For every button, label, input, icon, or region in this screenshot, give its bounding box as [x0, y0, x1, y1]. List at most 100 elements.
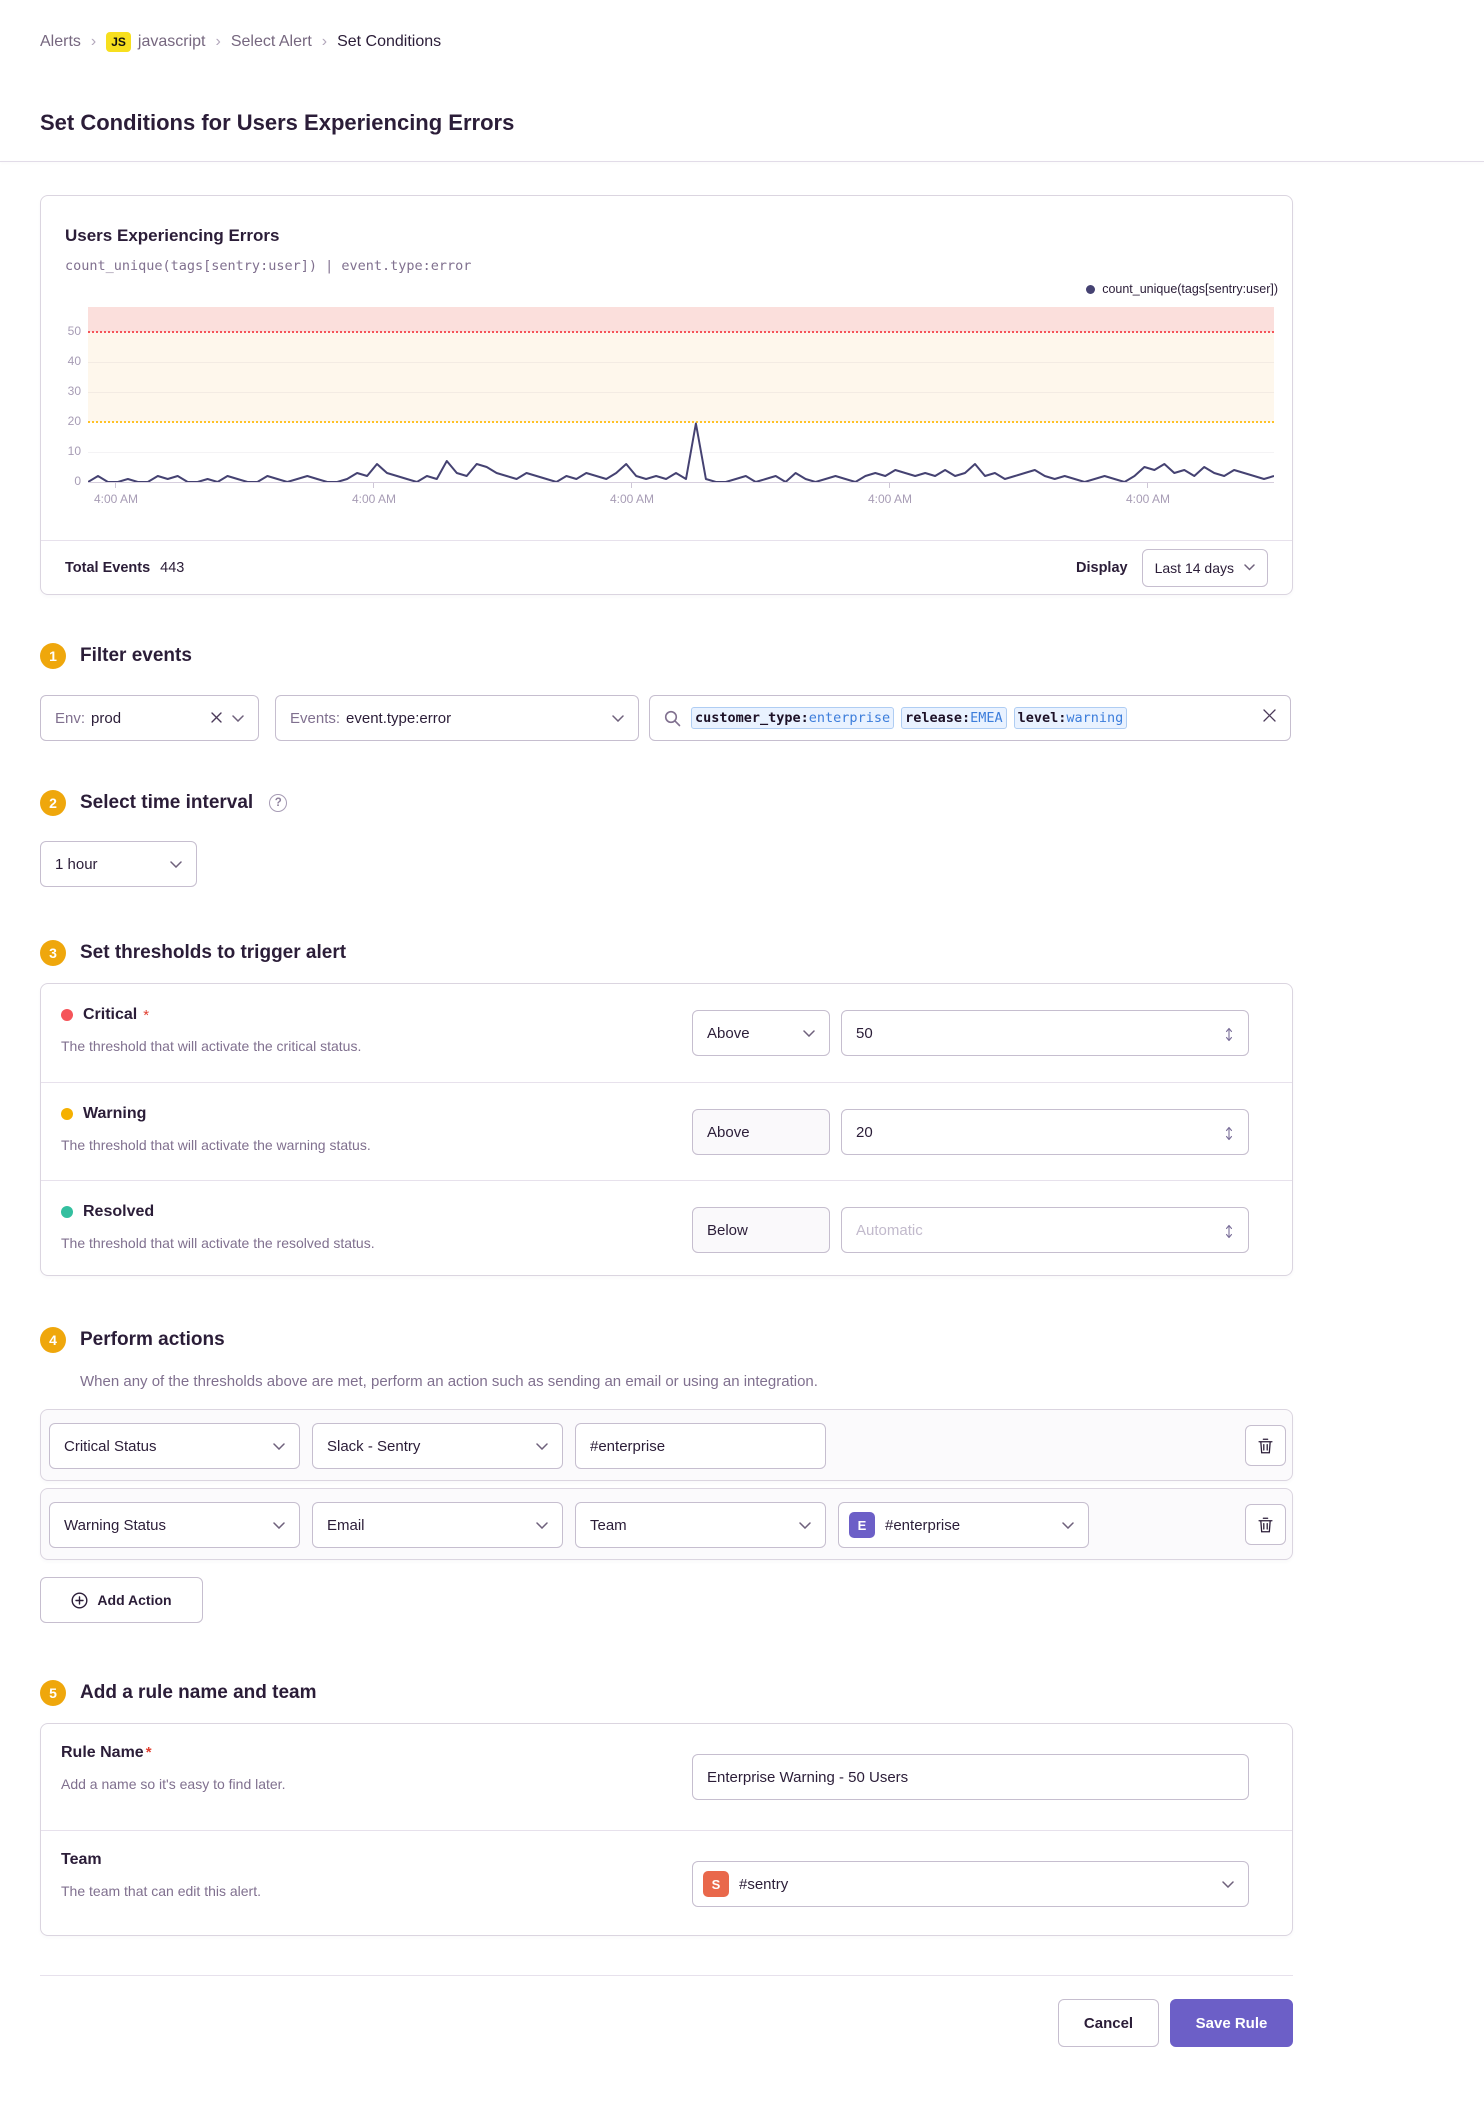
- chart-y-axis: 50 40 30 20 10 0: [49, 307, 81, 488]
- resolved-operator-button[interactable]: Below: [692, 1207, 830, 1253]
- time-interval-select[interactable]: 1 hour: [40, 841, 197, 887]
- time-range-select[interactable]: Last 14 days: [1141, 548, 1268, 587]
- threshold-name: Resolved: [83, 1203, 155, 1220]
- breadcrumb: Alerts › JS javascript › Select Alert › …: [40, 32, 1293, 52]
- rule-team-select[interactable]: S #sentry: [692, 1861, 1249, 1907]
- critical-value-input[interactable]: [856, 1024, 1208, 1042]
- step-4-heading: 4 Perform actions: [40, 1327, 1293, 1353]
- chart-query: count_unique(tags[sentry:user]) | event.…: [65, 258, 472, 274]
- threshold-description: The threshold that will activate the res…: [61, 1235, 375, 1251]
- number-stepper-icon[interactable]: [1224, 1223, 1234, 1244]
- cancel-button[interactable]: Cancel: [1058, 1999, 1159, 2047]
- breadcrumb-separator: ›: [90, 33, 97, 50]
- clear-search-icon[interactable]: [1263, 709, 1276, 727]
- save-rule-button[interactable]: Save Rule: [1170, 1999, 1293, 2047]
- help-icon[interactable]: ?: [269, 794, 288, 812]
- chart-plot-area: [88, 307, 1274, 483]
- footer-actions: Cancel Save Rule: [40, 1999, 1293, 2047]
- event-types-value: event.type:error: [346, 709, 452, 727]
- critical-value-field: [841, 1010, 1249, 1056]
- resolved-threshold-row: Resolved The threshold that will activat…: [41, 1180, 1292, 1277]
- warning-value-input[interactable]: [856, 1123, 1208, 1141]
- chevron-down-icon: [273, 1442, 285, 1450]
- breadcrumb-project[interactable]: JS javascript: [106, 32, 206, 52]
- total-events-label: Total Events: [65, 559, 151, 576]
- resolved-status-icon: [61, 1206, 73, 1218]
- search-tokens: customer_type:enterprise release:EMEA le…: [691, 707, 1128, 729]
- legend-label: count_unique(tags[sentry:user]): [1102, 282, 1278, 296]
- search-token[interactable]: level:warning: [1013, 707, 1128, 729]
- chevron-down-icon: [273, 1521, 285, 1529]
- number-stepper-icon[interactable]: [1224, 1125, 1234, 1146]
- add-action-button[interactable]: Add Action: [40, 1577, 203, 1623]
- search-token[interactable]: release:EMEA: [901, 707, 1007, 729]
- environment-label: Env:: [55, 709, 86, 727]
- step-1-badge: 1: [40, 643, 66, 669]
- chevron-down-icon: [170, 860, 182, 868]
- header-divider: [0, 161, 1484, 162]
- environment-select[interactable]: Env: prod: [40, 695, 259, 741]
- number-stepper-icon[interactable]: [1224, 1026, 1234, 1047]
- breadcrumb-current: Set Conditions: [337, 33, 442, 50]
- filter-row: Env: prod Events: event.type:error custo…: [40, 695, 1293, 741]
- warning-operator-button[interactable]: Above: [692, 1109, 830, 1155]
- event-types-select[interactable]: Events: event.type:error: [275, 695, 639, 741]
- event-types-label: Events:: [290, 709, 341, 727]
- y-tick: 50: [67, 323, 81, 338]
- search-token[interactable]: customer_type:enterprise: [691, 707, 895, 729]
- y-tick: 30: [67, 383, 81, 398]
- rule-name-input[interactable]: [707, 1768, 1234, 1786]
- javascript-project-icon: JS: [106, 32, 131, 52]
- trash-icon: [1258, 1517, 1273, 1532]
- chevron-down-icon: [1062, 1521, 1074, 1529]
- required-asterisk: *: [143, 1006, 150, 1024]
- step-5-badge: 5: [40, 1680, 66, 1706]
- legend-dot-icon: [1086, 284, 1096, 294]
- breadcrumb-alerts[interactable]: Alerts: [40, 33, 81, 51]
- delete-action-button[interactable]: [1245, 1425, 1286, 1466]
- threshold-name: Critical: [83, 1006, 138, 1023]
- chevron-down-icon: [803, 1029, 815, 1037]
- action-team-select[interactable]: E #enterprise: [838, 1502, 1089, 1548]
- action-row-warning: Warning Status Email Team E #enterprise: [40, 1488, 1293, 1560]
- action-row-critical: Critical Status Slack - Sentry: [40, 1409, 1293, 1481]
- delete-action-button[interactable]: [1245, 1504, 1286, 1545]
- x-tick: 4:00 AM: [84, 483, 148, 506]
- x-tick: 4:00 AM: [858, 483, 922, 506]
- search-filter-input[interactable]: customer_type:enterprise release:EMEA le…: [649, 695, 1291, 741]
- chart-x-axis-line: [88, 482, 1274, 483]
- trash-icon: [1258, 1438, 1273, 1453]
- step-3-title: Set thresholds to trigger alert: [80, 942, 347, 963]
- chart-legend: count_unique(tags[sentry:user]): [1086, 282, 1278, 296]
- rule-name-field: [692, 1754, 1249, 1800]
- chevron-down-icon: [1244, 564, 1255, 571]
- threshold-name: Warning: [83, 1105, 147, 1122]
- rule-name-description: Add a name so it's easy to find later.: [61, 1776, 286, 1792]
- threshold-description: The threshold that will activate the war…: [61, 1137, 371, 1153]
- action-status-select[interactable]: Warning Status: [49, 1502, 300, 1548]
- step-4-badge: 4: [40, 1327, 66, 1353]
- action-channel-input[interactable]: [590, 1437, 815, 1455]
- breadcrumb-select-alert[interactable]: Select Alert: [231, 33, 312, 51]
- clear-environment-icon[interactable]: [211, 710, 222, 727]
- team-avatar: S: [703, 1871, 729, 1897]
- critical-threshold-row: Critical * The threshold that will activ…: [41, 984, 1292, 1082]
- chart-series: [88, 422, 1274, 482]
- action-integration-select[interactable]: Slack - Sentry: [312, 1423, 563, 1469]
- step-1-heading: 1 Filter events: [40, 643, 1293, 669]
- action-channel-field: [575, 1423, 826, 1469]
- team-avatar: E: [849, 1512, 875, 1538]
- x-tick: 4:00 AM: [1116, 483, 1180, 506]
- environment-value: prod: [91, 709, 122, 727]
- plus-circle-icon: [71, 1591, 88, 1609]
- action-integration-select[interactable]: Email: [312, 1502, 563, 1548]
- action-status-select[interactable]: Critical Status: [49, 1423, 300, 1469]
- y-tick: 0: [74, 474, 81, 488]
- resolved-value-input[interactable]: [856, 1221, 1208, 1239]
- action-target-type-select[interactable]: Team: [575, 1502, 826, 1548]
- critical-operator-select[interactable]: Above: [692, 1010, 830, 1056]
- step-4-title: Perform actions: [80, 1329, 225, 1350]
- chevron-down-icon: [232, 714, 244, 722]
- chart-series-line: [88, 422, 1274, 482]
- breadcrumb-separator: ›: [215, 33, 221, 50]
